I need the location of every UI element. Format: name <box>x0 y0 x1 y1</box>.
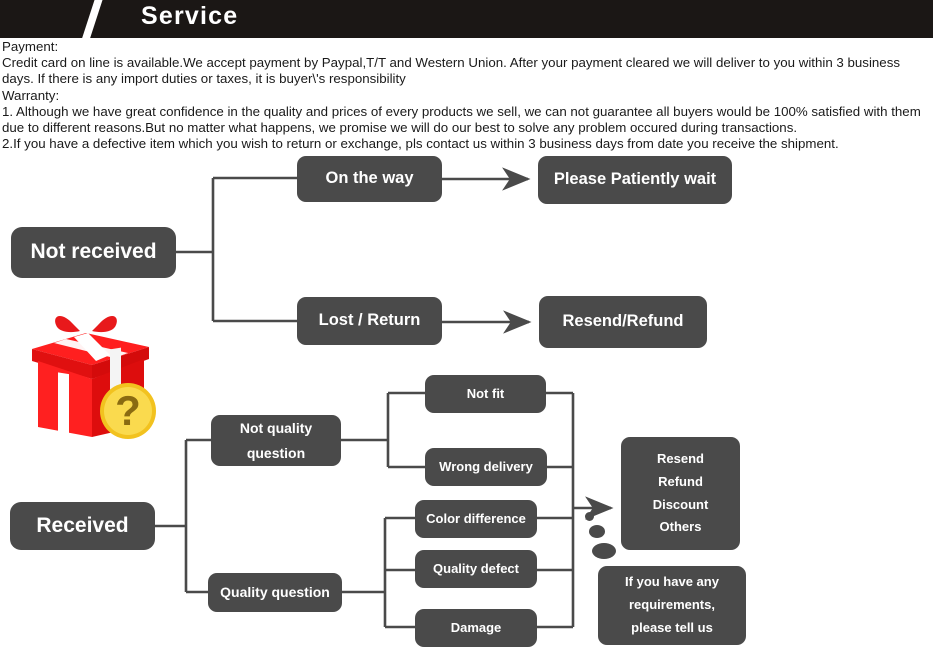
dot-medium <box>589 525 605 538</box>
node-resend-refund[interactable]: Resend/Refund <box>539 296 707 348</box>
node-outcome-options[interactable]: Resend Refund Discount Others <box>621 437 740 550</box>
node-lost-return[interactable]: Lost / Return <box>297 297 442 345</box>
node-not-fit[interactable]: Not fit <box>425 375 546 413</box>
node-label: Quality defect <box>433 560 519 576</box>
svg-text:?: ? <box>115 387 141 434</box>
node-not-received[interactable]: Not received <box>11 227 176 278</box>
note-line-3: please tell us <box>631 619 713 635</box>
outcome-refund: Refund <box>658 473 703 489</box>
dot-small <box>585 512 594 521</box>
node-label: Resend/Refund <box>562 312 684 331</box>
outcome-resend: Resend <box>657 451 704 466</box>
node-label-line-1: Not quality <box>239 420 313 436</box>
node-label: Quality question <box>220 583 330 600</box>
note-line-1: If you have any <box>625 574 719 590</box>
node-not-quality-question[interactable]: Not quality question <box>211 415 341 466</box>
node-wrong-delivery[interactable]: Wrong delivery <box>425 448 547 486</box>
node-label: Lost / Return <box>318 311 421 330</box>
node-label: Damage <box>450 619 502 635</box>
node-damage[interactable]: Damage <box>415 609 537 647</box>
node-label: Not fit <box>466 385 505 401</box>
node-quality-question[interactable]: Quality question <box>208 573 342 612</box>
node-color-difference[interactable]: Color difference <box>415 500 537 538</box>
node-contact-note[interactable]: If you have any requirements, please tel… <box>598 566 746 645</box>
node-please-patiently-wait[interactable]: Please Patiently wait <box>538 156 732 204</box>
node-label: Not received <box>30 240 157 264</box>
node-label: Received <box>36 513 129 537</box>
node-label: Please Patiently wait <box>553 170 717 189</box>
node-label: Color difference <box>426 510 526 526</box>
note-line-2: requirements, <box>629 597 715 613</box>
node-received[interactable]: Received <box>10 502 155 550</box>
outcome-discount: Discount <box>652 496 709 512</box>
node-label: Wrong delivery <box>439 458 533 474</box>
service-flowchart: Not received On the way Please Patiently… <box>0 0 933 651</box>
node-label: On the way <box>325 169 414 188</box>
dot-large <box>592 543 616 559</box>
node-quality-defect[interactable]: Quality defect <box>415 550 537 588</box>
gift-box-question-icon: ? <box>18 303 163 441</box>
outcome-others: Others <box>659 519 702 535</box>
node-label-line-2: question <box>246 444 306 461</box>
node-on-the-way[interactable]: On the way <box>297 156 442 202</box>
